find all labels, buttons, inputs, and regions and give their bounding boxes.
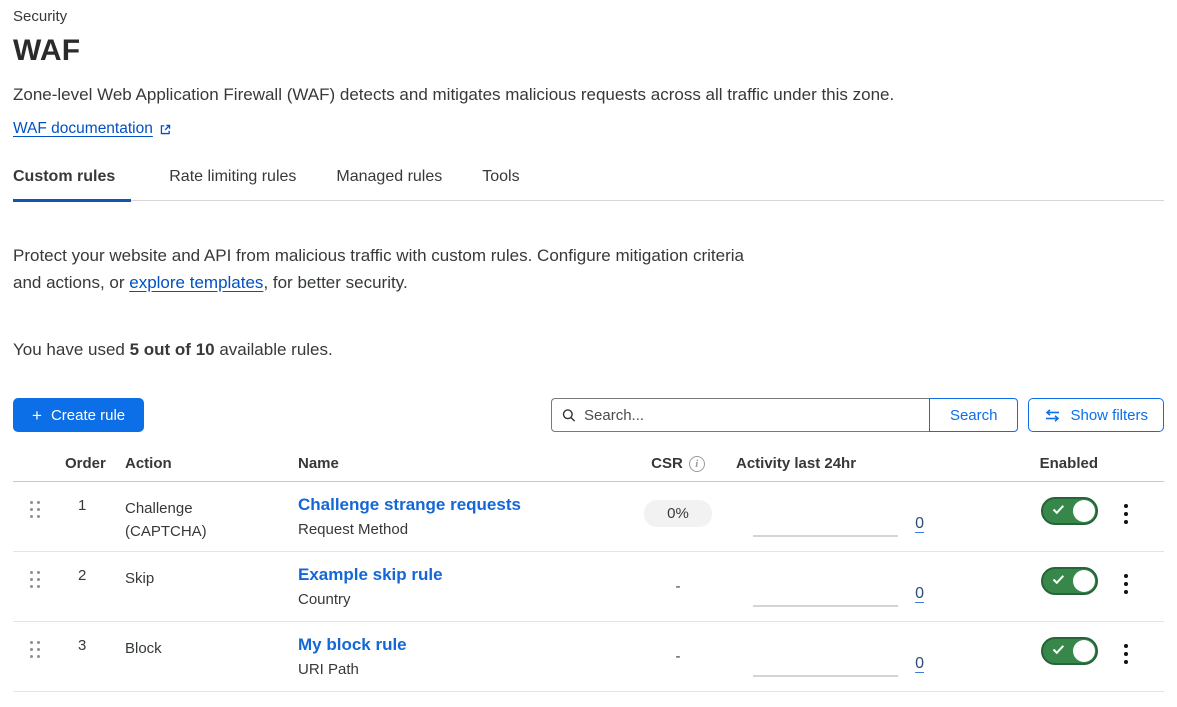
rule-enabled-cell: [938, 635, 1098, 670]
tab-managed-rules-label: Managed rules: [336, 168, 442, 185]
rule-activity-cell: 0: [726, 635, 938, 677]
rule-name-link[interactable]: Example skip rule: [298, 565, 443, 585]
check-icon: [1052, 574, 1065, 585]
create-rule-button[interactable]: + Create rule: [13, 398, 144, 432]
rule-action-line1: Skip: [125, 567, 285, 590]
activity-count-link[interactable]: 0: [915, 515, 924, 533]
rule-name-cell: My block rule URI Path: [285, 635, 630, 678]
table-row: 1 Challenge (CAPTCHA) Challenge strange …: [13, 482, 1164, 552]
table-row: 3 Block My block rule URI Path - 0: [13, 622, 1164, 692]
rule-csr-cell: 0%: [630, 495, 726, 527]
header-action: Action: [125, 455, 285, 472]
rule-action: Challenge (CAPTCHA): [125, 495, 285, 543]
check-icon: [1052, 504, 1065, 515]
header-order: Order: [65, 455, 125, 472]
rule-name-link[interactable]: My block rule: [298, 635, 407, 655]
rule-activity-cell: 0: [726, 565, 938, 607]
check-icon: [1052, 644, 1065, 655]
rule-action-line1: Challenge: [125, 497, 285, 520]
usage-suffix: available rules.: [215, 340, 333, 359]
external-link-icon: [159, 123, 172, 136]
table-header-row: Order Action Name CSR i Activity last 24…: [13, 455, 1164, 482]
search-button[interactable]: Search: [929, 398, 1019, 432]
rules-toolbar: + Create rule Search Show filters: [13, 398, 1164, 432]
search-icon: [562, 408, 576, 423]
csr-badge: 0%: [644, 500, 712, 527]
rule-name-cell: Example skip rule Country: [285, 565, 630, 608]
header-activity: Activity last 24hr: [726, 455, 938, 472]
custom-rules-table: Order Action Name CSR i Activity last 24…: [13, 455, 1164, 692]
activity-sparkline: [753, 605, 898, 607]
usage-prefix: You have used: [13, 340, 130, 359]
header-csr-label: CSR: [651, 455, 683, 472]
activity-sparkline: [753, 675, 898, 677]
csr-empty-value: -: [676, 648, 681, 665]
toggle-knob: [1073, 570, 1095, 592]
rule-field: Country: [298, 591, 630, 608]
rule-action: Skip: [125, 565, 285, 590]
tab-rate-limiting-rules[interactable]: Rate limiting rules: [169, 168, 298, 202]
waf-documentation-link-label: WAF documentation: [13, 120, 153, 138]
plus-icon: +: [32, 407, 42, 424]
enabled-toggle[interactable]: [1041, 497, 1098, 525]
tab-bar: Custom rules Rate limiting rules Managed…: [13, 168, 1164, 201]
drag-handle[interactable]: [30, 501, 40, 518]
rule-action-line1: Block: [125, 637, 285, 660]
rule-enabled-cell: [938, 495, 1098, 530]
rule-name-cell: Challenge strange requests Request Metho…: [285, 495, 630, 538]
breadcrumb: Security: [13, 8, 1164, 25]
rule-field: URI Path: [298, 661, 630, 678]
rule-field: Request Method: [298, 521, 630, 538]
rule-order: 1: [65, 495, 125, 514]
search-input[interactable]: [584, 407, 919, 424]
header-name: Name: [285, 455, 630, 472]
drag-handle[interactable]: [30, 641, 40, 658]
table-row: 2 Skip Example skip rule Country - 0: [13, 552, 1164, 622]
rule-order: 2: [65, 565, 125, 584]
rule-action: Block: [125, 635, 285, 660]
search-box: [551, 398, 929, 432]
tab-tools[interactable]: Tools: [482, 168, 521, 202]
rule-name-link[interactable]: Challenge strange requests: [298, 495, 521, 515]
row-menu-button[interactable]: [1098, 495, 1132, 528]
csr-empty-value: -: [676, 578, 681, 595]
show-filters-button[interactable]: Show filters: [1028, 398, 1164, 432]
rule-action-line2: (CAPTCHA): [125, 520, 285, 543]
activity-sparkline: [753, 535, 898, 537]
toggle-knob: [1073, 500, 1095, 522]
tab-managed-rules[interactable]: Managed rules: [336, 168, 444, 202]
activity-count-link[interactable]: 0: [915, 655, 924, 673]
rule-order: 3: [65, 635, 125, 654]
header-enabled: Enabled: [938, 455, 1098, 472]
show-filters-button-label: Show filters: [1070, 407, 1148, 424]
tab-custom-rules-label: Custom rules: [13, 168, 115, 185]
rules-usage-text: You have used 5 out of 10 available rule…: [13, 340, 1164, 360]
rule-csr-cell: -: [630, 565, 726, 595]
create-rule-button-label: Create rule: [51, 407, 125, 424]
enabled-toggle[interactable]: [1041, 567, 1098, 595]
custom-rules-intro: Protect your website and API from malici…: [13, 242, 753, 296]
page-description: Zone-level Web Application Firewall (WAF…: [13, 85, 1164, 105]
tab-custom-rules[interactable]: Custom rules: [13, 168, 131, 202]
intro-text-after: , for better security.: [263, 273, 407, 292]
header-csr: CSR i: [630, 455, 726, 472]
page-title: WAF: [13, 34, 1164, 68]
toggle-knob: [1073, 640, 1095, 662]
tab-tools-label: Tools: [482, 168, 519, 185]
enabled-toggle[interactable]: [1041, 637, 1098, 665]
explore-templates-link[interactable]: explore templates: [129, 273, 263, 292]
waf-documentation-link[interactable]: WAF documentation: [13, 120, 172, 138]
tab-rate-limiting-rules-label: Rate limiting rules: [169, 168, 296, 185]
filters-arrows-icon: [1044, 408, 1061, 423]
drag-handle[interactable]: [30, 571, 40, 588]
usage-count: 5 out of 10: [130, 340, 215, 359]
row-menu-button[interactable]: [1098, 635, 1132, 668]
rule-enabled-cell: [938, 565, 1098, 600]
row-menu-button[interactable]: [1098, 565, 1132, 598]
waf-page: Security WAF Zone-level Web Application …: [0, 0, 1177, 692]
rule-activity-cell: 0: [726, 495, 938, 537]
rule-csr-cell: -: [630, 635, 726, 665]
activity-count-link[interactable]: 0: [915, 585, 924, 603]
csr-info-icon[interactable]: i: [689, 456, 705, 472]
